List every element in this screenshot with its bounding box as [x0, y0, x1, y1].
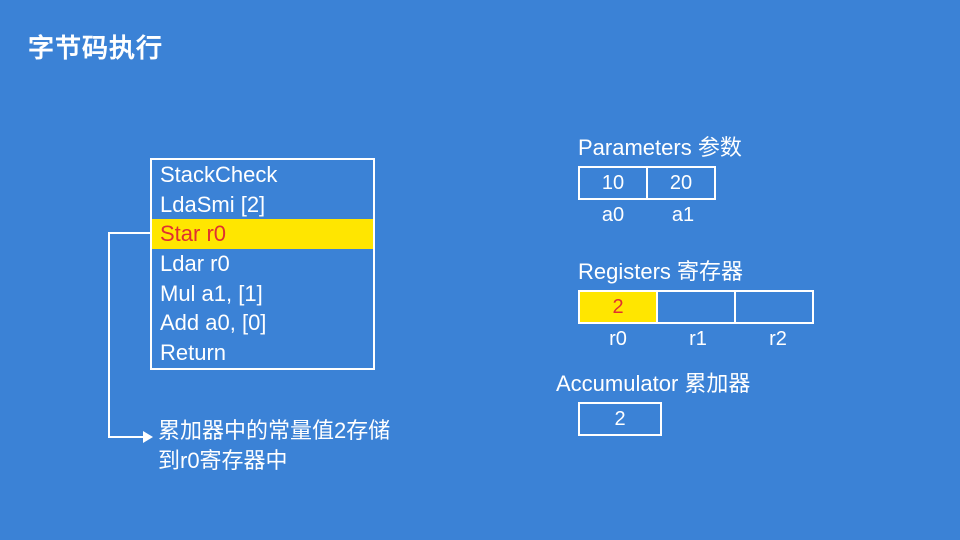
parameter-name: a1	[648, 204, 718, 227]
bytecode-line: Add a0, [0]	[152, 308, 373, 338]
accumulator-section: Accumulator 累加器 2	[556, 366, 750, 436]
arrow-connector	[108, 232, 150, 438]
arrow-head-icon	[143, 431, 153, 443]
parameter-cell: 20	[646, 166, 716, 200]
registers-label: Registers 寄存器	[578, 254, 818, 286]
bytecode-listing: StackCheck LdaSmi [2] Star r0 Ldar r0 Mu…	[150, 158, 375, 370]
bytecode-line-highlighted: Star r0	[152, 219, 373, 249]
parameters-names: a0 a1	[578, 204, 742, 227]
annotation-line: 累加器中的常量值2存储	[158, 416, 390, 446]
accumulator-cell: 2	[578, 402, 662, 436]
annotation-line: 到r0寄存器中	[158, 446, 390, 476]
accumulator-label: Accumulator 累加器	[556, 366, 750, 398]
parameters-section: Parameters 参数 10 20 a0 a1	[578, 130, 742, 227]
parameters-label: Parameters 参数	[578, 130, 742, 162]
bytecode-line: Ldar r0	[152, 249, 373, 279]
register-cell-highlighted: 2	[578, 290, 658, 324]
register-cell	[656, 290, 736, 324]
parameters-cells: 10 20	[578, 166, 742, 200]
registers-cells: 2	[578, 290, 818, 324]
annotation-text: 累加器中的常量值2存储 到r0寄存器中	[158, 416, 390, 475]
register-cell	[734, 290, 814, 324]
bytecode-line: StackCheck	[152, 160, 373, 190]
bytecode-line: Mul a1, [1]	[152, 279, 373, 309]
parameter-cell: 10	[578, 166, 648, 200]
registers-names: r0 r1 r2	[578, 328, 818, 351]
bytecode-line: Return	[152, 338, 373, 368]
bytecode-line: LdaSmi [2]	[152, 190, 373, 220]
parameter-name: a0	[578, 204, 648, 227]
register-name: r2	[738, 328, 818, 351]
accumulator-cells: 2	[578, 402, 750, 436]
registers-section: Registers 寄存器 2 r0 r1 r2	[578, 254, 818, 351]
register-name: r0	[578, 328, 658, 351]
register-name: r1	[658, 328, 738, 351]
slide-title: 字节码执行	[28, 28, 163, 65]
